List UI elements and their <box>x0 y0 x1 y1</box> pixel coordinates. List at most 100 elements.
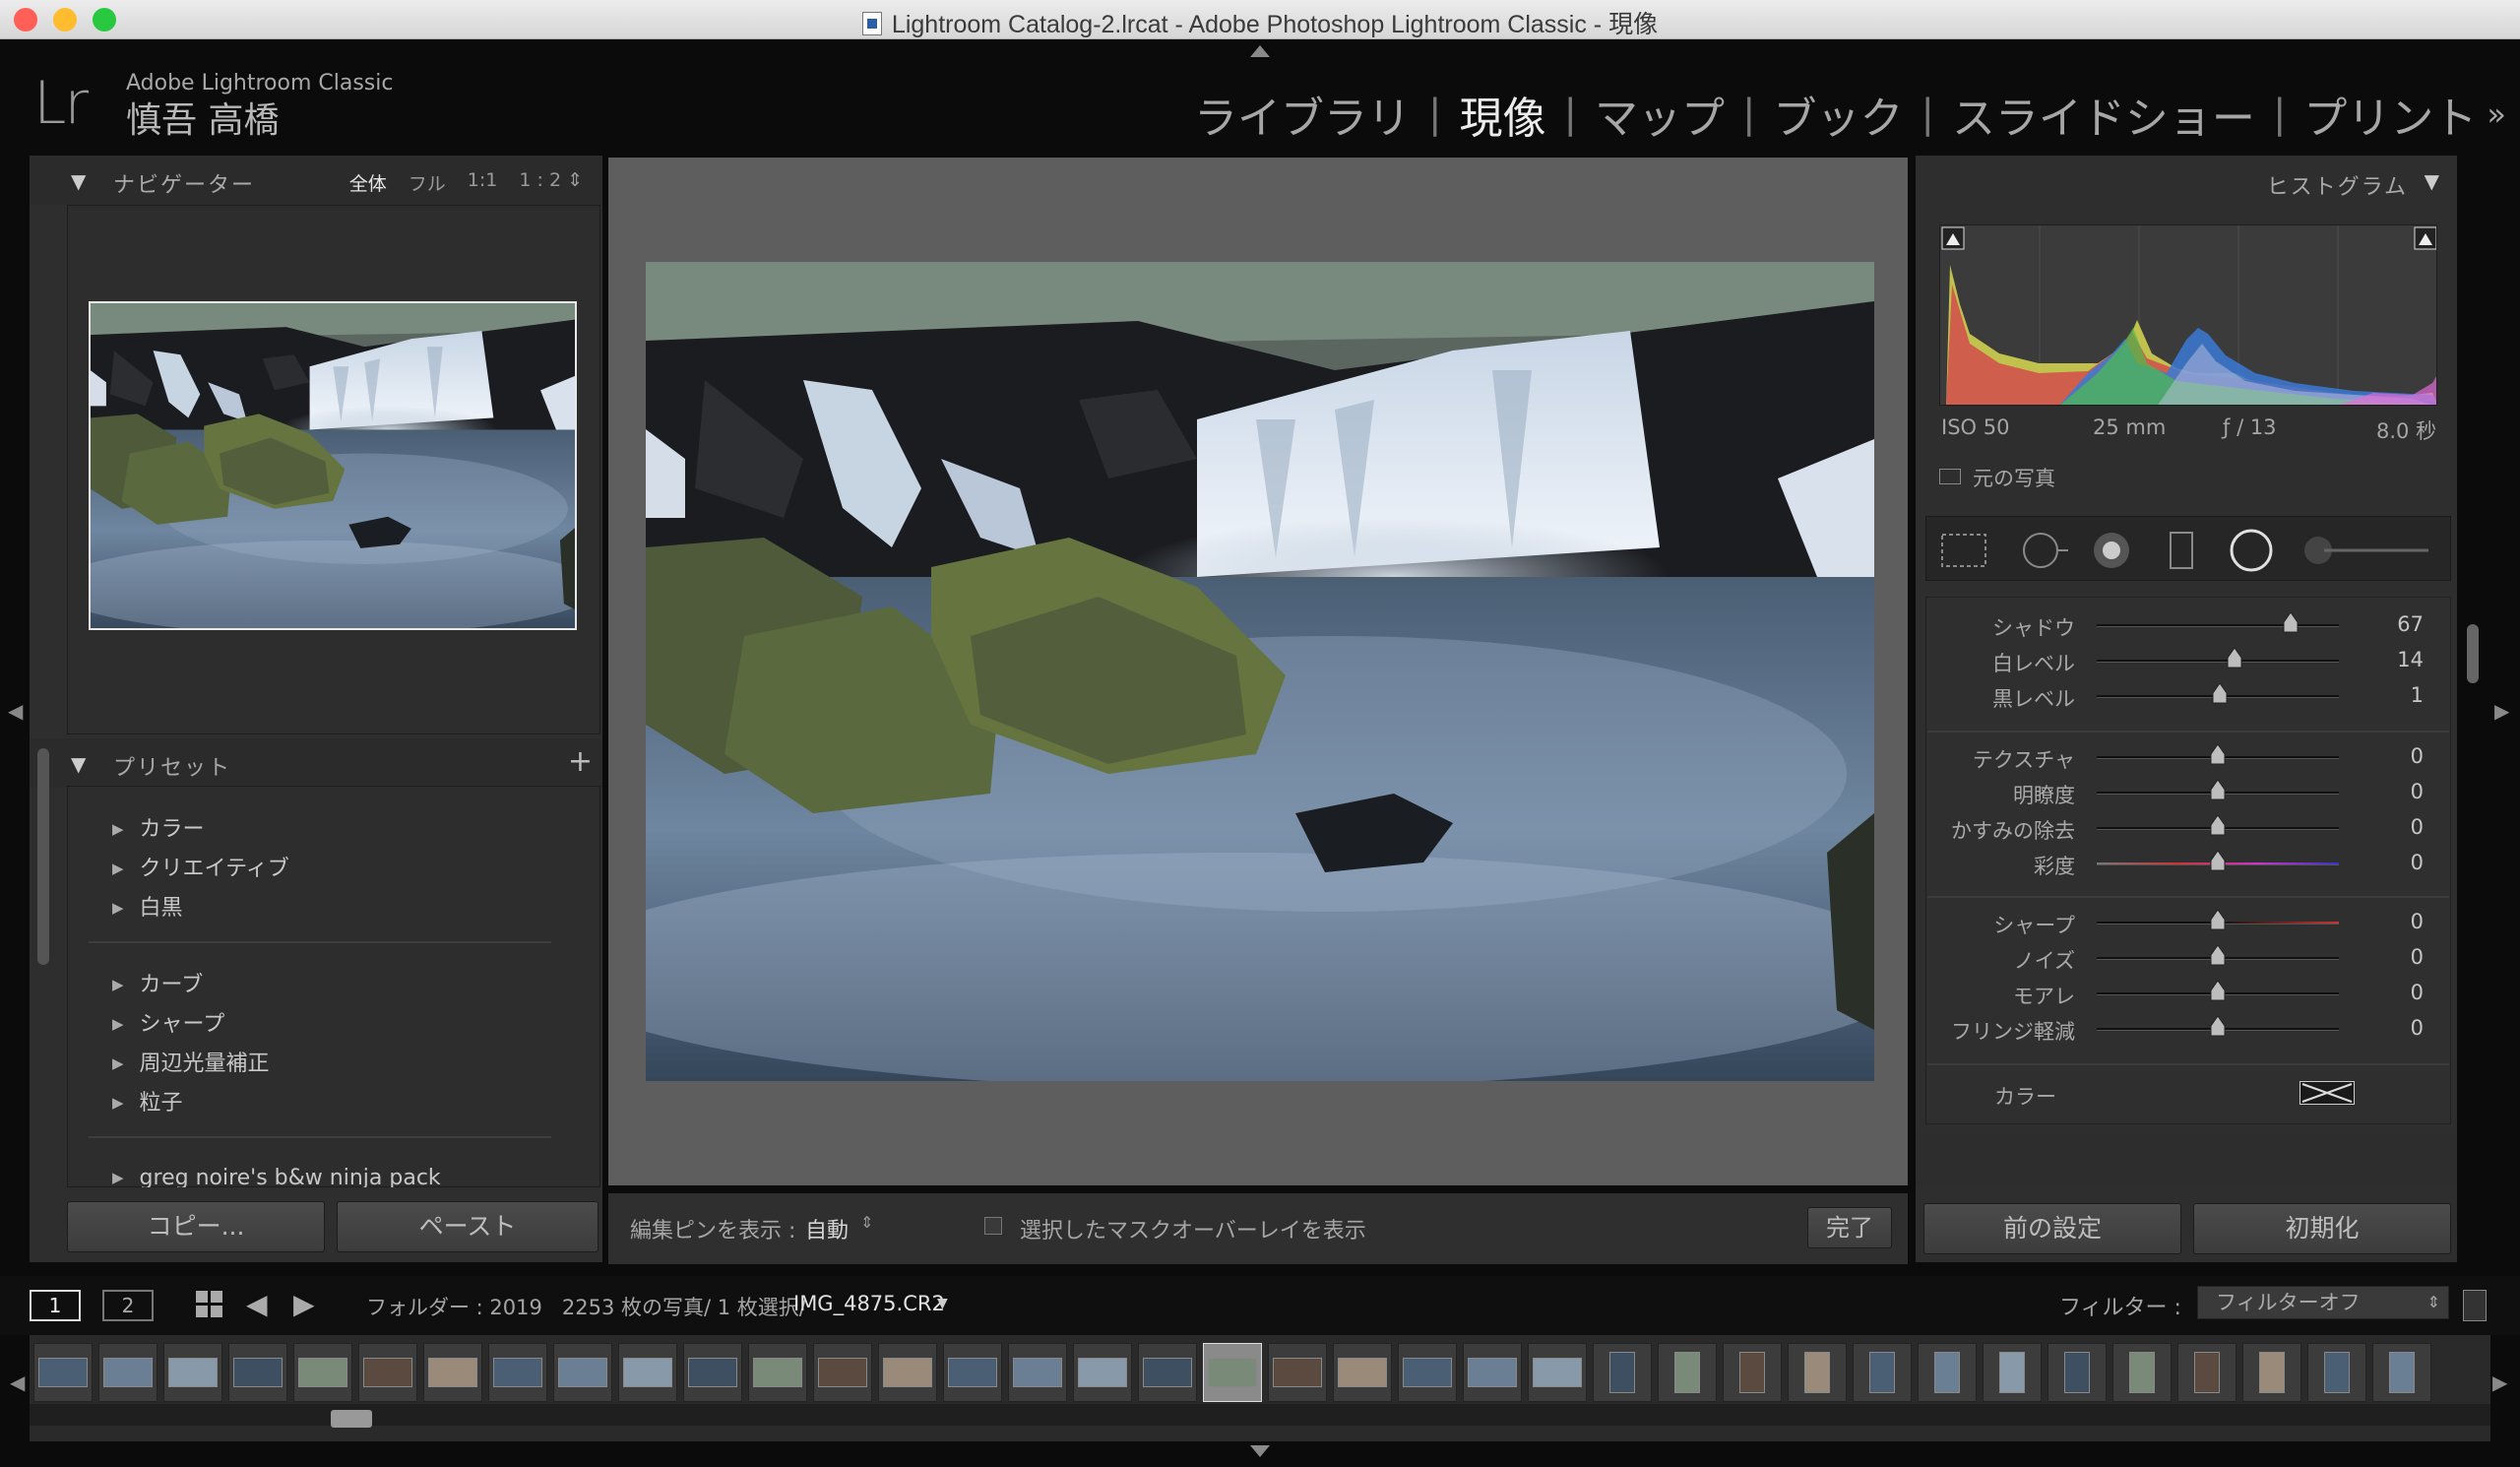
filmstrip-thumbnail[interactable] <box>2372 1343 2431 1402</box>
filmstrip-thumbnail[interactable] <box>2048 1343 2107 1402</box>
filmstrip-scroll-track[interactable] <box>30 1404 2490 1426</box>
graduated-filter-tool-icon[interactable] <box>2161 529 2204 572</box>
slider-row[interactable]: ノイズ 0 <box>1929 941 2441 975</box>
zoom-fill[interactable]: フル <box>409 169 446 196</box>
filename[interactable]: IMG_4875.CR2 <box>793 1292 945 1315</box>
show-pins-select[interactable]: 自動 <box>805 1213 849 1244</box>
slider-knob[interactable] <box>2209 909 2227 931</box>
preset-folder[interactable]: ▶ 白黒 <box>112 890 183 922</box>
filmstrip-thumbnail[interactable] <box>1658 1343 1717 1402</box>
slider-value[interactable]: 0 <box>2411 815 2424 839</box>
filmstrip-thumbnail[interactable] <box>1853 1343 1912 1402</box>
copy-button[interactable]: コピー... <box>67 1201 325 1252</box>
histogram[interactable] <box>1939 224 2437 406</box>
navigator-thumbnail[interactable] <box>89 301 577 630</box>
slider-knob[interactable] <box>2209 814 2227 837</box>
module-library[interactable]: ライブラリ <box>1194 83 1411 146</box>
adjustment-brush-tool-icon[interactable] <box>2300 529 2434 572</box>
preset-folder[interactable]: ▶ greg noire's b&w ninja pack <box>112 1166 441 1187</box>
module-develop[interactable]: 現像 <box>1459 83 1545 146</box>
module-map[interactable]: マップ <box>1595 83 1725 146</box>
preset-folder[interactable]: ▶ 粒子 <box>112 1085 183 1116</box>
filmstrip-right-arrow-icon[interactable]: ▶ <box>2492 1371 2507 1394</box>
slider-knob[interactable] <box>2209 944 2227 967</box>
slider-value[interactable]: 0 <box>2411 780 2424 803</box>
filmstrip-thumbnail[interactable] <box>488 1343 547 1402</box>
module-slideshow[interactable]: スライドショー <box>1952 83 2255 146</box>
mask-overlay-checkbox[interactable] <box>984 1217 1002 1235</box>
filename-dropdown-icon[interactable]: ▼ <box>937 1296 948 1311</box>
zoom-1-2[interactable]: 1 : 2 ⇕ <box>519 169 583 196</box>
collapse-right-panel-icon[interactable]: ▶ <box>2494 699 2509 723</box>
forward-arrow-icon[interactable]: ▶ <box>293 1288 315 1320</box>
filmstrip-thumbnail[interactable] <box>943 1343 1002 1402</box>
color-swatch[interactable] <box>2300 1081 2355 1105</box>
slider-knob[interactable] <box>2209 743 2227 766</box>
filmstrip-thumbnail[interactable] <box>293 1343 352 1402</box>
add-preset-icon[interactable]: + <box>568 744 593 779</box>
main-window-button[interactable]: 1 <box>30 1290 81 1321</box>
module-print[interactable]: プリント <box>2303 83 2477 146</box>
filmstrip-thumbnail[interactable] <box>358 1343 417 1402</box>
collapse-top-panel-icon[interactable] <box>1250 45 1270 57</box>
filmstrip-thumbnail[interactable] <box>2307 1343 2366 1402</box>
original-photo-checkbox[interactable] <box>1939 469 1961 484</box>
slider-row[interactable]: 彩度 0 <box>1929 847 2441 880</box>
slider-row[interactable]: 黒レベル 1 <box>1929 679 2441 713</box>
main-photo[interactable] <box>646 262 1874 1081</box>
reset-button[interactable]: 初期化 <box>2193 1203 2451 1254</box>
slider-row[interactable]: 白レベル 14 <box>1929 644 2441 677</box>
filter-select[interactable]: フィルターオフ ⇕ <box>2197 1286 2449 1319</box>
slider-row[interactable]: フリンジ軽減 0 <box>1929 1012 2441 1046</box>
preset-folder[interactable]: ▶ クリエイティブ <box>112 851 289 882</box>
slider-knob[interactable] <box>2282 611 2300 634</box>
crop-tool-icon[interactable] <box>1936 529 1991 572</box>
slider-row[interactable]: シャドウ 67 <box>1929 608 2441 642</box>
filmstrip-thumbnail[interactable] <box>1918 1343 1977 1402</box>
collapse-left-panel-icon[interactable]: ◀ <box>8 699 23 723</box>
shadow-clipping-icon[interactable] <box>1941 224 1963 246</box>
filmstrip-thumbnail[interactable] <box>618 1343 677 1402</box>
slider-knob[interactable] <box>2211 682 2229 705</box>
slider-value[interactable]: 0 <box>2411 981 2424 1004</box>
filmstrip-thumbnail[interactable] <box>2112 1343 2172 1402</box>
radial-filter-tool-icon[interactable] <box>2228 527 2275 574</box>
right-panel-scrollbar[interactable] <box>2467 624 2479 683</box>
filmstrip-thumbnail[interactable] <box>1268 1343 1327 1402</box>
highlight-clipping-icon[interactable] <box>2414 224 2435 246</box>
slider-knob[interactable] <box>2209 980 2227 1002</box>
spot-removal-tool-icon[interactable] <box>2019 529 2074 572</box>
filmstrip-thumbnail[interactable] <box>1073 1343 1132 1402</box>
slider-value[interactable]: 0 <box>2411 910 2424 933</box>
filmstrip-thumbnail[interactable] <box>1203 1343 1262 1402</box>
module-book[interactable]: ブック <box>1773 83 1903 146</box>
slider-track[interactable] <box>2097 660 2339 663</box>
slider-row[interactable]: 明瞭度 0 <box>1929 776 2441 809</box>
filmstrip-thumbnail[interactable] <box>1138 1343 1197 1402</box>
more-modules-icon[interactable]: » <box>2487 96 2506 133</box>
filmstrip-thumbnail[interactable] <box>1593 1343 1652 1402</box>
filmstrip-left-arrow-icon[interactable]: ◀ <box>10 1371 25 1394</box>
filmstrip-thumbnail[interactable] <box>33 1343 93 1402</box>
slider-value[interactable]: 1 <box>2411 683 2424 707</box>
filmstrip-thumbnail[interactable] <box>1463 1343 1522 1402</box>
filmstrip-thumbnail[interactable] <box>748 1343 807 1402</box>
slider-knob[interactable] <box>2209 1015 2227 1038</box>
slider-value[interactable]: 0 <box>2411 1016 2424 1040</box>
slider-value[interactable]: 67 <box>2397 612 2424 636</box>
filmstrip-thumbnail[interactable] <box>1723 1343 1782 1402</box>
filmstrip-thumbnail[interactable] <box>163 1343 222 1402</box>
navigator-header[interactable]: ▼ ナビゲーター 全体 フル 1:1 1 : 2 ⇕ <box>30 156 602 205</box>
filmstrip-thumbnail[interactable] <box>98 1343 158 1402</box>
back-arrow-icon[interactable]: ◀ <box>246 1288 268 1320</box>
presets-header[interactable]: ▼ プリセット + <box>30 738 602 788</box>
preset-folder[interactable]: ▶ カラー <box>112 811 205 843</box>
preset-folder[interactable]: ▶ 周辺光量補正 <box>112 1046 270 1077</box>
slider-knob[interactable] <box>2209 850 2227 872</box>
slider-row[interactable]: かすみの除去 0 <box>1929 811 2441 845</box>
preset-folder[interactable]: ▶ シャープ <box>112 1006 224 1038</box>
filmstrip-thumbnail[interactable] <box>2177 1343 2236 1402</box>
filmstrip-thumbnail[interactable] <box>1398 1343 1457 1402</box>
collapse-bottom-panel-icon[interactable] <box>1250 1445 1270 1457</box>
filmstrip-thumbnail[interactable] <box>1008 1343 1067 1402</box>
